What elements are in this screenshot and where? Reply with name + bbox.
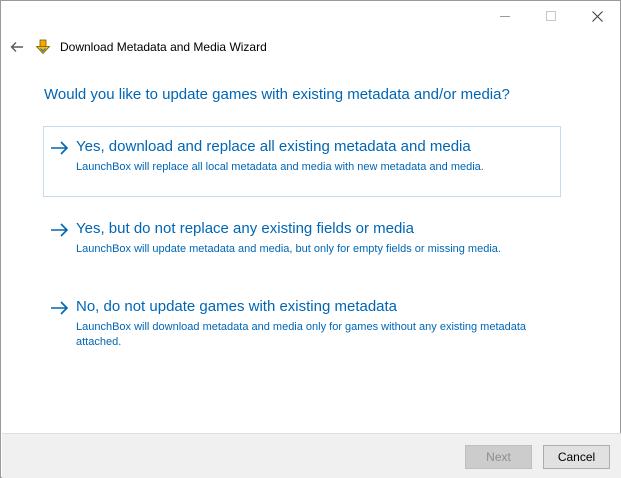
option-title: No, do not update games with existing me… [76, 298, 398, 315]
option-replace-all[interactable]: Yes, download and replace all existing m… [43, 126, 561, 197]
option-description: LaunchBox will update metadata and media… [76, 243, 501, 255]
right-arrow-icon [51, 141, 69, 155]
download-arrow-icon [35, 39, 51, 55]
maximize-button[interactable] [528, 1, 574, 31]
minimize-icon [500, 15, 510, 17]
maximize-icon [546, 11, 556, 21]
next-button[interactable]: Next [465, 445, 532, 469]
page-heading: Would you like to update games with exis… [44, 86, 510, 103]
wizard-title: Download Metadata and Media Wizard [60, 40, 267, 54]
option-title: Yes, but do not replace any existing fie… [76, 220, 414, 237]
option-title: Yes, download and replace all existing m… [76, 138, 471, 155]
button-bar: Next Cancel [2, 433, 621, 478]
minimize-button[interactable] [482, 1, 528, 31]
right-arrow-icon [51, 301, 69, 315]
close-icon [591, 10, 603, 22]
option-skip-existing[interactable]: No, do not update games with existing me… [43, 286, 561, 358]
option-keep-existing[interactable]: Yes, but do not replace any existing fie… [43, 208, 561, 272]
right-arrow-icon [51, 223, 69, 237]
option-description: LaunchBox will replace all local metadat… [76, 161, 484, 173]
cancel-button[interactable]: Cancel [543, 445, 610, 469]
back-button[interactable] [7, 37, 27, 57]
close-button[interactable] [574, 1, 620, 31]
option-description: LaunchBox will download metadata and med… [76, 321, 527, 348]
back-arrow-icon [10, 42, 23, 52]
wizard-window: Download Metadata and Media Wizard Would… [0, 0, 621, 478]
